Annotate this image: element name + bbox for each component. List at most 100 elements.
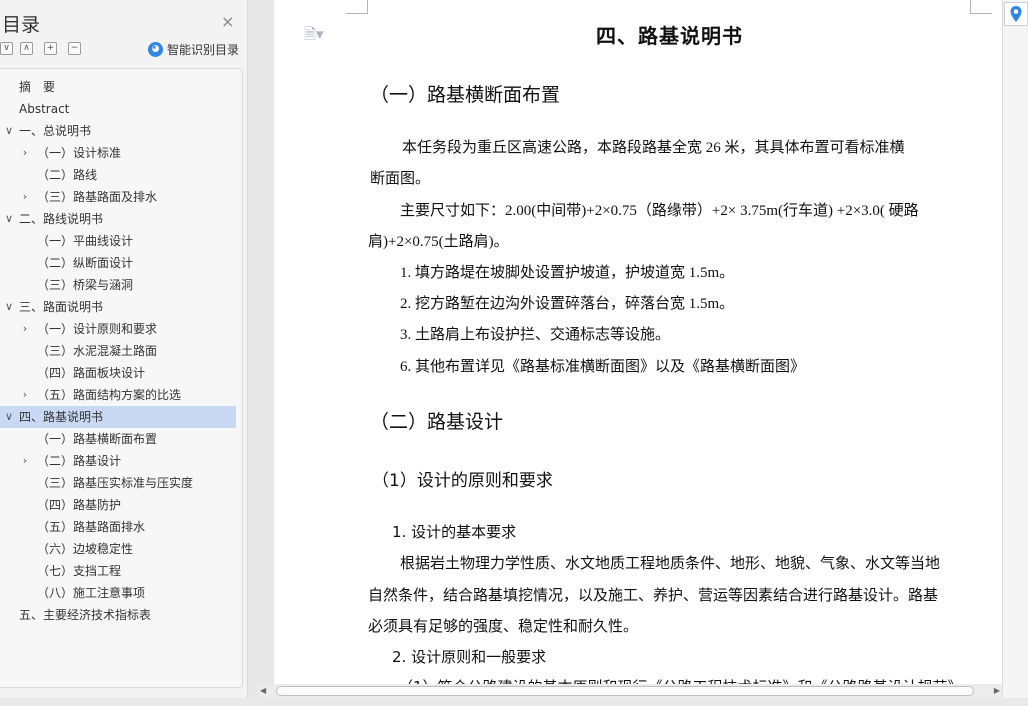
chevron-right-icon[interactable]: › <box>19 384 31 406</box>
smart-toc-label: 智能识别目录 <box>167 43 240 57</box>
close-icon[interactable]: × <box>221 12 234 31</box>
scroll-left-icon[interactable]: ◀ <box>260 684 266 698</box>
toc-item[interactable]: （七）支挡工程 <box>0 560 236 582</box>
toc-item-label: （二）路基设计 <box>37 454 122 468</box>
toc-item-label: Abstract <box>19 102 70 116</box>
chevron-down-icon[interactable]: ∨ <box>3 406 15 428</box>
toc-item[interactable]: （一）平曲线设计 <box>0 230 236 252</box>
paragraph-line: 断面图。 <box>370 171 431 187</box>
paragraph-line: 自然条件，结合路基填挖情况，以及施工、养护、营运等因素结合进行路基设计。路基 <box>368 586 939 604</box>
paragraph-line: （1）符合公路建设的基本原则和现行《公路工程技术标准》和《公路路基设计规范》 <box>398 676 963 684</box>
document-page[interactable]: 🗎▾ 四、路基说明书 （一）路基横断面布置 本任务段为重丘区高速公路，本路段路基… <box>274 0 1002 684</box>
toc-item[interactable]: （二）路线 <box>0 164 236 186</box>
wps-document-window: 目录 × ∨ ∧ + − ◕ 智能识别目录 摘 要 Abstract ∨ 一、总说明书… <box>0 0 1028 706</box>
sidebar-splitter[interactable] <box>248 0 274 706</box>
toc-panel: 摘 要 Abstract ∨ 一、总说明书 › （一）设计标准 （二）路线 › （三）路基路面及… <box>0 68 243 688</box>
toc-item[interactable]: （三）水泥混凝土路面 <box>0 340 236 362</box>
toc-item-label: （五）路面结构方案的比选 <box>37 388 182 402</box>
toc-item-label: （一）设计标准 <box>37 146 122 160</box>
subsection-heading: （1）设计的原则和要求 <box>372 471 553 491</box>
horizontal-scrollbar[interactable]: ◀ ▶ <box>258 684 1002 698</box>
expand-up-icon[interactable]: ∧ <box>20 42 33 55</box>
toc-item-label: （一）平曲线设计 <box>37 234 134 248</box>
list-item: 1. 设计的基本要求 <box>392 523 517 541</box>
toc-item-label: 四、路基说明书 <box>19 410 104 424</box>
toc-item-label: （二）纵断面设计 <box>37 256 134 270</box>
toc-item-label: （一）路基横断面布置 <box>37 432 158 446</box>
toc-item[interactable]: › （二）路基设计 <box>0 450 236 472</box>
document-title: 四、路基说明书 <box>596 24 743 48</box>
toc-item-label: （三）路基路面及排水 <box>37 190 158 204</box>
paragraph-line: 本任务段为重丘区高速公路，本路段路基全宽 26 米，其具体布置可看标准横 <box>402 140 905 156</box>
toc-item[interactable]: › （一）设计原则和要求 <box>0 318 236 340</box>
toc-item[interactable]: （五）路基路面排水 <box>0 516 236 538</box>
toc-item[interactable]: ∨ 一、总说明书 <box>0 120 236 142</box>
toc-item[interactable]: （三）路基压实标准与压实度 <box>0 472 236 494</box>
toc-item-label: 三、路面说明书 <box>19 300 104 314</box>
remove-heading-icon[interactable]: − <box>68 42 81 55</box>
toc-item-label: 摘 要 <box>19 80 56 94</box>
toc-item-label: （三）水泥混凝土路面 <box>37 344 158 358</box>
toc-item-label: 一、总说明书 <box>19 124 92 138</box>
toc-item[interactable]: （一）路基横断面布置 <box>0 428 236 450</box>
scroll-right-icon[interactable]: ▶ <box>994 684 1000 698</box>
toc-sidebar: 目录 × ∨ ∧ + − ◕ 智能识别目录 摘 要 Abstract ∨ 一、总说明书… <box>0 0 248 706</box>
toc-list: 摘 要 Abstract ∨ 一、总说明书 › （一）设计标准 （二）路线 › （三）路基路面及… <box>0 76 236 626</box>
list-item: 3. 土路肩上布设护拦、交通标志等设施。 <box>400 327 671 343</box>
toc-item[interactable]: ∨ 二、路线说明书 <box>0 208 236 230</box>
toc-item-label: （四）路基防护 <box>37 498 122 512</box>
toc-title: 目录 <box>2 14 41 36</box>
section-heading-1: （一）路基横断面布置 <box>370 84 561 106</box>
list-item: 1. 填方路堤在坡脚处设置护坡道，护坡道宽 1.5m。 <box>400 265 735 281</box>
page-corner-mark-left <box>346 0 368 14</box>
paragraph-line: 必须具有足够的强度、稳定性和耐久性。 <box>368 617 639 635</box>
toc-item[interactable]: › （一）设计标准 <box>0 142 236 164</box>
page-menu-icon[interactable]: 🗎▾ <box>304 24 324 49</box>
chevron-right-icon[interactable]: › <box>19 186 31 208</box>
toc-item-label: （三）路基压实标准与压实度 <box>37 476 194 490</box>
toc-item[interactable]: （八）施工注意事项 <box>0 582 236 604</box>
location-pin-icon[interactable] <box>1006 4 1026 24</box>
right-toolbar <box>1002 0 1028 706</box>
toc-item-label: （七）支挡工程 <box>37 564 122 578</box>
paragraph-line: 主要尺寸如下：2.00(中间带)+2×0.75（路缘带）+2× 3.75m(行车… <box>400 203 919 219</box>
add-heading-icon[interactable]: + <box>44 42 57 55</box>
toc-item-label: （五）路基路面排水 <box>37 520 146 534</box>
status-strip <box>0 698 1028 706</box>
toc-item[interactable]: （六）边坡稳定性 <box>0 538 236 560</box>
toc-item[interactable]: （四）路面板块设计 <box>0 362 236 384</box>
toc-item-label: 五、主要经济技术指标表 <box>19 608 152 622</box>
toc-item[interactable]: （四）路基防护 <box>0 494 236 516</box>
paragraph-line: 肩)+2×0.75(土路肩)。 <box>368 234 509 250</box>
list-item: 6. 其他布置详见《路基标准横断面图》以及《路基横断面图》 <box>400 359 806 375</box>
list-item: 2. 挖方路堑在边沟外设置碎落台，碎落台宽 1.5m。 <box>400 296 735 312</box>
toc-item[interactable]: 五、主要经济技术指标表 <box>0 604 236 626</box>
toc-item[interactable]: ∨ 三、路面说明书 <box>0 296 236 318</box>
toc-item[interactable]: 摘 要 <box>0 76 236 98</box>
chevron-right-icon[interactable]: › <box>19 142 31 164</box>
toc-item[interactable]: （二）纵断面设计 <box>0 252 236 274</box>
toc-item[interactable]: （三）桥梁与涵洞 <box>0 274 236 296</box>
toc-item-label: （六）边坡稳定性 <box>37 542 134 556</box>
chevron-down-icon[interactable]: ∨ <box>3 208 15 230</box>
smart-ai-icon: ◕ <box>148 42 163 57</box>
chevron-right-icon[interactable]: › <box>19 318 31 340</box>
chevron-right-icon[interactable]: › <box>19 450 31 472</box>
chevron-down-icon[interactable]: ∨ <box>3 296 15 318</box>
toc-item-label: （一）设计原则和要求 <box>37 322 158 336</box>
collapse-all-icon[interactable]: ∨ <box>0 42 13 55</box>
chevron-down-icon[interactable]: ∨ <box>3 120 15 142</box>
paragraph-line: 根据岩土物理力学性质、水文地质工程地质条件、地形、地貌、气象、水文等当地 <box>400 554 941 572</box>
toc-item[interactable]: › （三）路基路面及排水 <box>0 186 236 208</box>
toc-item[interactable]: › （五）路面结构方案的比选 <box>0 384 236 406</box>
scrollbar-thumb[interactable] <box>276 686 974 696</box>
toc-item-label: 二、路线说明书 <box>19 212 104 226</box>
toc-item-label: （三）桥梁与涵洞 <box>37 278 134 292</box>
toc-item[interactable]: ∨ 四、路基说明书 <box>0 406 236 428</box>
section-heading-2: （二）路基设计 <box>370 411 504 433</box>
list-item: 2. 设计原则和一般要求 <box>392 648 547 666</box>
toc-item-label: （四）路面板块设计 <box>37 366 146 380</box>
toc-item[interactable]: Abstract <box>0 98 236 120</box>
smart-toc-button[interactable]: ◕ 智能识别目录 <box>148 41 239 58</box>
toc-item-label: （二）路线 <box>37 168 98 182</box>
